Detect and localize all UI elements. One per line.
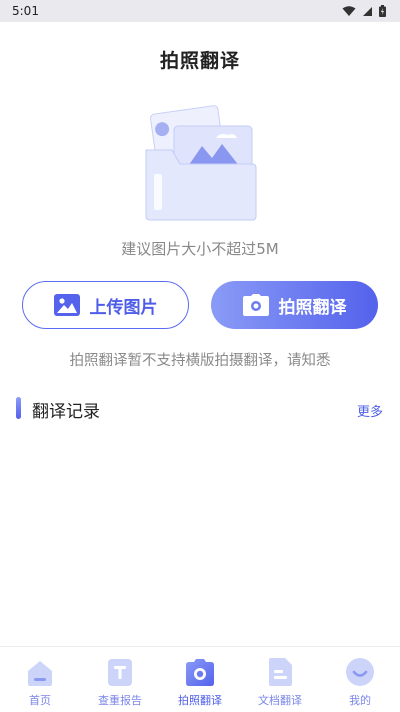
tab-home-label: 首页 bbox=[29, 694, 51, 707]
page-title: 拍照翻译 bbox=[159, 50, 240, 72]
report-icon bbox=[108, 659, 132, 686]
upload-image-label: 上传图片 bbox=[89, 297, 158, 318]
wifi-icon bbox=[342, 5, 356, 16]
document-icon bbox=[269, 658, 292, 686]
image-icon bbox=[53, 294, 80, 316]
camera-icon bbox=[242, 294, 269, 316]
photo-translate-label: 拍照翻译 bbox=[278, 297, 347, 318]
landscape-notice: 拍照翻译暂不支持横版拍摄翻译，请知悉 bbox=[69, 353, 331, 369]
history-title: 翻译记录 bbox=[32, 402, 100, 422]
history-more-link[interactable]: 更多 bbox=[357, 401, 383, 420]
status-icons bbox=[342, 5, 386, 17]
bottom-tab-bar: 首页 查重报告 拍照翻译 文档翻译 我的 bbox=[0, 646, 400, 712]
tab-report[interactable]: 查重报告 bbox=[80, 647, 160, 708]
smile-icon bbox=[346, 658, 374, 686]
folder-image-illustration bbox=[145, 105, 257, 221]
signal-icon bbox=[363, 6, 372, 16]
size-hint: 建议图片大小不超过5M bbox=[121, 240, 279, 258]
tab-document-translate[interactable]: 文档翻译 bbox=[240, 647, 320, 708]
section-accent-bar bbox=[16, 397, 21, 419]
upload-image-button[interactable]: 上传图片 bbox=[22, 281, 189, 329]
status-bar: 5:01 bbox=[0, 0, 400, 22]
tab-photo-translate[interactable]: 拍照翻译 bbox=[160, 647, 240, 708]
tab-report-label: 查重报告 bbox=[98, 694, 142, 707]
photo-translate-button[interactable]: 拍照翻译 bbox=[211, 281, 378, 329]
tab-photo-translate-label: 拍照翻译 bbox=[178, 694, 222, 707]
status-time: 5:01 bbox=[12, 4, 39, 18]
tab-document-translate-label: 文档翻译 bbox=[258, 694, 302, 707]
tab-mine[interactable]: 我的 bbox=[320, 647, 400, 708]
tab-mine-label: 我的 bbox=[349, 694, 371, 707]
camera-icon bbox=[186, 659, 214, 686]
battery-icon bbox=[379, 5, 386, 17]
tab-home[interactable]: 首页 bbox=[0, 647, 80, 708]
home-icon bbox=[28, 661, 52, 686]
